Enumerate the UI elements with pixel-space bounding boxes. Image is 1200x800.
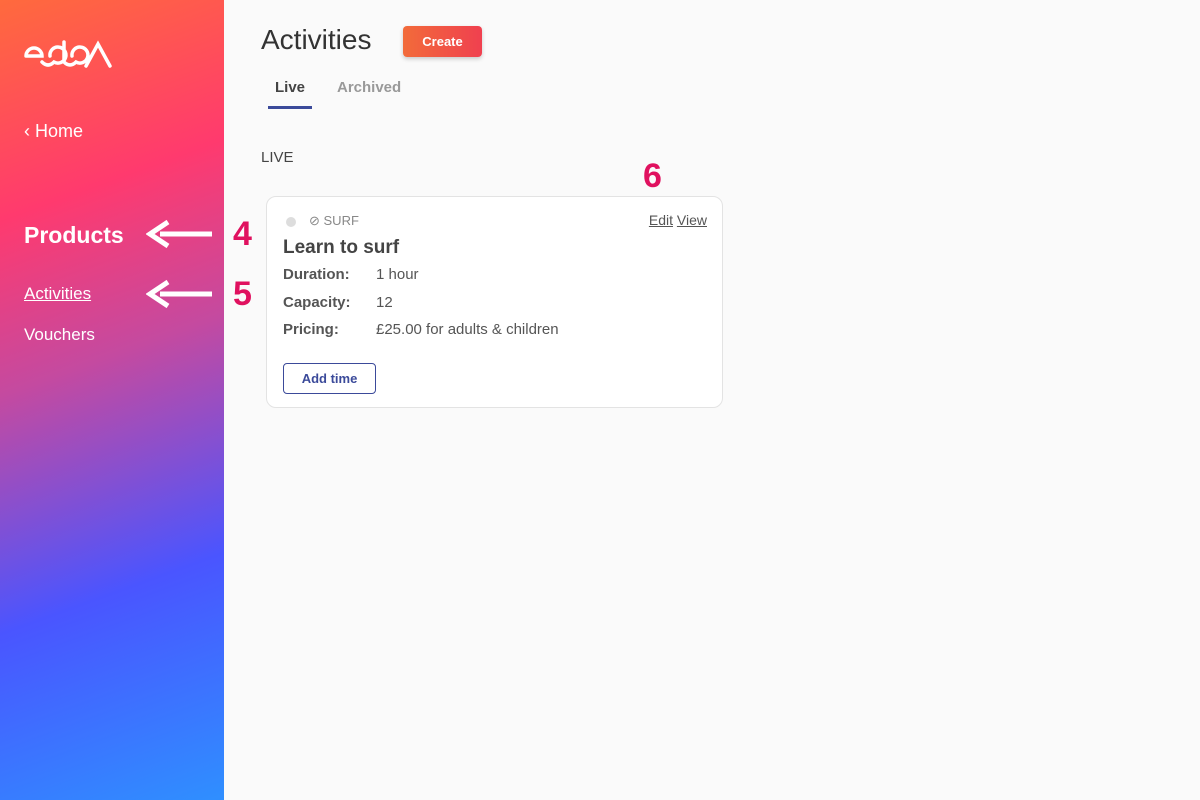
annotation-number: 6 [643, 157, 662, 195]
field-label: Pricing: [283, 321, 339, 338]
tag-label: SURF [323, 213, 359, 228]
field-label: Duration: [283, 266, 350, 283]
duration-row: Duration: 1 hour [283, 266, 419, 283]
capacity-row: Capacity: 12 [283, 294, 393, 311]
annotation-number: 4 [233, 215, 252, 253]
tag-icon: ⊘ [309, 213, 324, 228]
view-link[interactable]: View [677, 212, 707, 228]
sidebar: ‹ Home Products Activities Vouchers [0, 0, 224, 800]
create-button[interactable]: Create [403, 26, 482, 57]
eola-logo[interactable] [24, 38, 114, 72]
field-value: £25.00 for adults & children [376, 321, 559, 338]
status-dot [286, 217, 296, 227]
page-title: Activities [261, 24, 372, 55]
active-tab-indicator [268, 106, 312, 109]
sidebar-item-vouchers[interactable]: Vouchers [24, 325, 95, 345]
field-value: 1 hour [376, 266, 419, 283]
pricing-row: Pricing: £25.00 for adults & children [283, 321, 559, 338]
annotation-number: 5 [233, 275, 252, 313]
arrow-left-icon [146, 279, 212, 309]
add-time-button[interactable]: Add time [283, 363, 376, 394]
home-label: Home [35, 121, 84, 141]
activity-card: ⊘ SURF Edit View Learn to surf Duration:… [266, 196, 723, 408]
tab-archived[interactable]: Archived [337, 79, 401, 96]
edit-link[interactable]: Edit [649, 212, 673, 228]
category-tag: ⊘ SURF [309, 213, 359, 229]
chevron-left-icon: ‹ [24, 121, 35, 141]
home-link[interactable]: ‹ Home [24, 121, 83, 142]
section-label: LIVE [261, 149, 294, 166]
activity-name: Learn to surf [283, 237, 400, 258]
sidebar-section-products: Products [24, 222, 124, 248]
field-label: Capacity: [283, 294, 351, 311]
arrow-left-icon [146, 219, 212, 249]
field-value: 12 [376, 294, 393, 311]
sidebar-item-activities[interactable]: Activities [24, 284, 91, 304]
tab-live[interactable]: Live [275, 79, 305, 96]
